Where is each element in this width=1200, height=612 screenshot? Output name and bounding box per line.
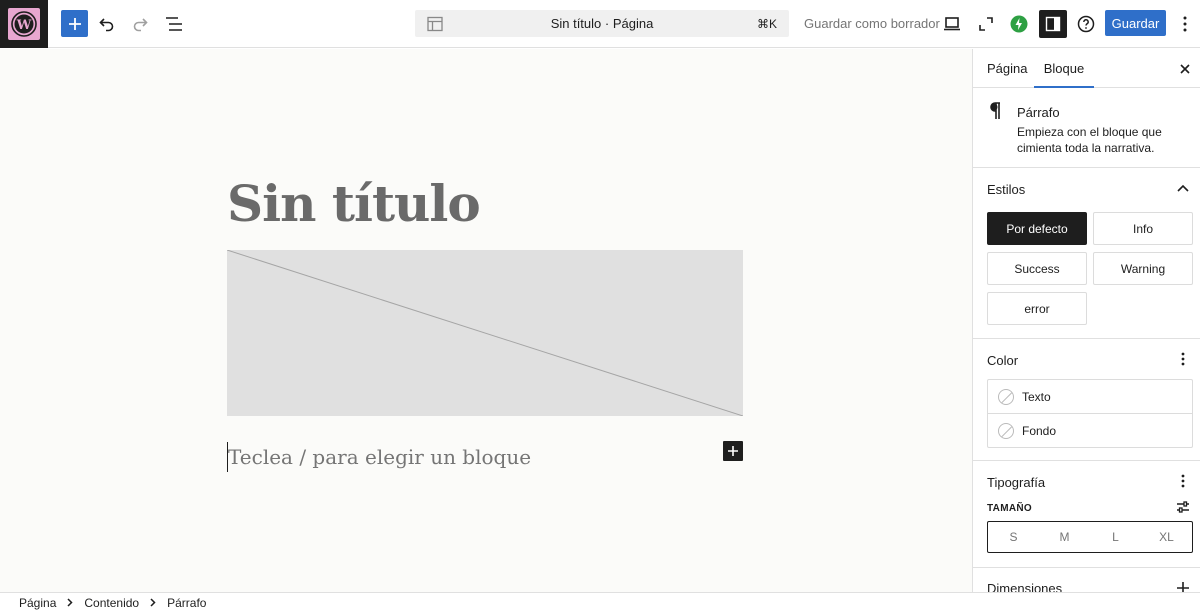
- paragraph-block-placeholder[interactable]: Teclea / para elegir un bloque: [227, 442, 531, 472]
- dimensions-panel: Dimensiones: [973, 568, 1200, 592]
- dimensions-panel-title: Dimensiones: [987, 581, 1063, 592]
- paragraph-icon: [990, 102, 1000, 119]
- undo-icon: [99, 18, 114, 32]
- kebab-icon: [1183, 16, 1187, 32]
- color-text-item[interactable]: Texto: [988, 380, 1192, 414]
- preview-button[interactable]: [938, 10, 966, 38]
- page-layout-icon: [427, 16, 443, 32]
- jetpack-icon: [1010, 15, 1028, 33]
- sidebar-tabs: Página Bloque: [973, 49, 1200, 88]
- chevron-right-icon: [67, 598, 73, 607]
- styles-panel: Estilos Por defecto Info Success Warning…: [973, 168, 1200, 339]
- typography-panel-title: Tipografía: [987, 475, 1046, 490]
- typography-panel: Tipografía TAMAÑO S M L XL: [973, 461, 1200, 568]
- block-description: Empieza con el bloque que cimienta toda …: [1017, 125, 1162, 155]
- add-block-button[interactable]: [61, 10, 88, 37]
- expand-icon: [979, 17, 993, 31]
- redo-icon: [133, 18, 148, 32]
- font-size-picker: S M L XL: [987, 521, 1193, 553]
- breadcrumb-item-pagina[interactable]: Página: [19, 596, 56, 610]
- document-overview-button[interactable]: [160, 10, 188, 38]
- chevron-right-icon: [150, 598, 156, 607]
- color-text-label: Texto: [1022, 389, 1051, 404]
- font-size-l[interactable]: L: [1090, 522, 1141, 552]
- color-panel-title: Color: [987, 353, 1019, 368]
- styles-panel-title[interactable]: Estilos: [987, 182, 1025, 197]
- kebab-icon[interactable]: [1175, 351, 1191, 367]
- editor-canvas: Sin título Teclea / para elegir un bloqu…: [0, 49, 972, 592]
- color-panel: Color Texto Fondo: [973, 339, 1200, 461]
- style-warning-button[interactable]: Warning: [1093, 252, 1193, 285]
- help-button[interactable]: [1072, 10, 1100, 38]
- save-draft-button[interactable]: Guardar como borrador: [804, 16, 940, 31]
- style-error-button[interactable]: error: [987, 292, 1087, 325]
- font-size-xl[interactable]: XL: [1141, 522, 1192, 552]
- block-card: Párrafo Empieza con el bloque que cimien…: [973, 88, 1200, 168]
- jetpack-button[interactable]: [1005, 10, 1033, 38]
- style-info-button[interactable]: Info: [1093, 212, 1193, 245]
- settings-sidebar-toggle[interactable]: [1039, 10, 1067, 38]
- options-menu-button[interactable]: [1172, 10, 1198, 38]
- zoom-out-button[interactable]: [972, 10, 1000, 38]
- style-default-button[interactable]: Por defecto: [987, 212, 1087, 245]
- chevron-up-icon[interactable]: [1176, 183, 1190, 193]
- placeholder-diagonal: [227, 250, 743, 416]
- sidebar-icon: [1045, 16, 1061, 32]
- desktop-icon: [944, 17, 960, 31]
- save-button[interactable]: Guardar: [1105, 10, 1166, 36]
- image-placeholder-block[interactable]: [227, 250, 743, 416]
- wordpress-logo-icon: W: [8, 8, 40, 40]
- list-view-icon: [166, 17, 182, 31]
- plus-icon[interactable]: [1176, 581, 1190, 592]
- font-size-s[interactable]: S: [988, 522, 1039, 552]
- document-title: Sin título · Página: [550, 16, 654, 31]
- plus-icon: [728, 446, 738, 456]
- close-icon[interactable]: [1177, 61, 1193, 77]
- style-success-button[interactable]: Success: [987, 252, 1087, 285]
- command-palette-button[interactable]: Sin título · Página ⌘K: [415, 10, 789, 37]
- empty-swatch-icon: [998, 423, 1014, 439]
- tab-bloque[interactable]: Bloque: [1034, 49, 1094, 88]
- inline-add-block-button[interactable]: [723, 441, 743, 461]
- color-background-label: Fondo: [1022, 424, 1057, 438]
- font-size-label: TAMAÑO: [987, 503, 1032, 514]
- color-list: Texto Fondo: [987, 379, 1193, 448]
- settings-sidebar: Página Bloque Párrafo Empieza con el blo…: [972, 49, 1200, 592]
- block-name: Párrafo: [1017, 105, 1060, 120]
- svg-text:W: W: [16, 18, 32, 33]
- tab-pagina[interactable]: Página: [987, 49, 1027, 88]
- editor-header: W Sin título · Página ⌘K Guardar como bo…: [0, 0, 1200, 48]
- undo-button[interactable]: [93, 10, 121, 38]
- block-breadcrumb: Página Contenido Párrafo: [0, 592, 1200, 612]
- plus-icon: [68, 17, 81, 30]
- shortcut-hint: ⌘K: [756, 17, 777, 31]
- color-background-item[interactable]: Fondo: [988, 414, 1192, 448]
- font-size-m[interactable]: M: [1039, 522, 1090, 552]
- kebab-icon[interactable]: [1175, 473, 1191, 489]
- settings-sliders-icon[interactable]: [1176, 500, 1190, 514]
- redo-button[interactable]: [126, 10, 154, 38]
- post-title-input[interactable]: Sin título: [227, 174, 481, 233]
- breadcrumb-item-contenido[interactable]: Contenido: [84, 596, 139, 610]
- help-icon: [1077, 15, 1095, 33]
- breadcrumb-item-parrafo: Párrafo: [167, 595, 207, 610]
- wordpress-logo-button[interactable]: W: [0, 0, 48, 48]
- empty-swatch-icon: [998, 388, 1014, 405]
